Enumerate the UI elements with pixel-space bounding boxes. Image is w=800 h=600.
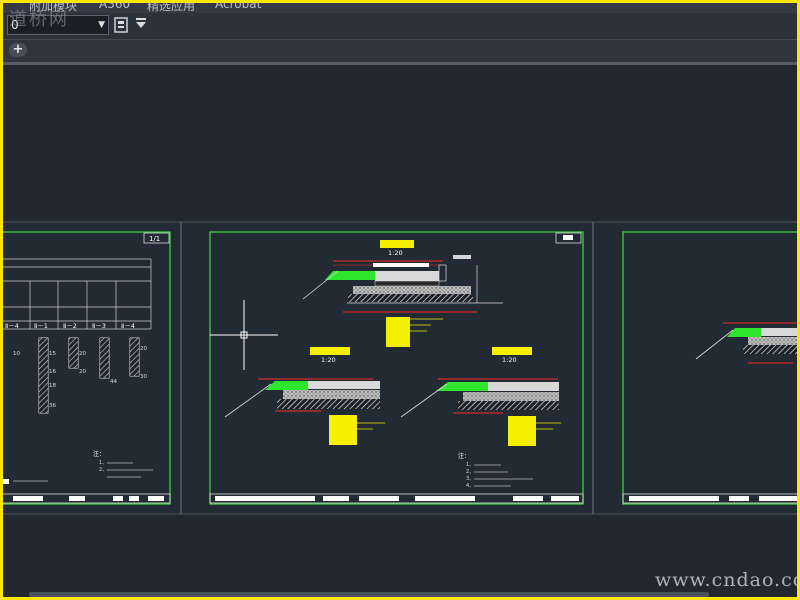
cad-drawing: 1/1 Ⅱ－4 Ⅱ－1 Ⅱ－2 Ⅱ－3 Ⅱ－4 10 15 16 18 36 2… bbox=[3, 221, 797, 515]
filter-icon[interactable] bbox=[133, 17, 149, 33]
svg-text:Ⅱ－3: Ⅱ－3 bbox=[92, 322, 106, 330]
properties-toolbar: 0 ▼ bbox=[3, 13, 797, 40]
svg-text:1、: 1、 bbox=[99, 460, 107, 466]
svg-text:Ⅱ－4: Ⅱ－4 bbox=[121, 322, 135, 330]
svg-text:20: 20 bbox=[79, 369, 86, 375]
sheet-left-number: 1/1 bbox=[149, 235, 160, 243]
menu-acrobat[interactable]: Acrobat bbox=[215, 3, 261, 11]
svg-text:注：: 注： bbox=[458, 452, 470, 460]
svg-text:3、: 3、 bbox=[466, 476, 474, 482]
svg-text:Ⅱ－2: Ⅱ－2 bbox=[63, 322, 77, 330]
svg-text:4、: 4、 bbox=[466, 483, 474, 489]
svg-text:16: 16 bbox=[49, 369, 56, 375]
svg-text:36: 36 bbox=[49, 403, 56, 409]
svg-text:注：: 注： bbox=[93, 450, 105, 458]
svg-text:Ⅱ－1: Ⅱ－1 bbox=[34, 322, 48, 330]
svg-text:18: 18 bbox=[49, 383, 56, 389]
app-window: 附加模块 A360 精选应用 Acrobat 0 ▼ 道桥网 + 1/1 Ⅱ－4… bbox=[3, 3, 797, 597]
svg-text:2、: 2、 bbox=[99, 467, 107, 473]
new-tab-button[interactable]: + bbox=[9, 43, 27, 57]
svg-text:44: 44 bbox=[110, 379, 117, 385]
menu-a360[interactable]: A360 bbox=[99, 3, 130, 11]
svg-text:10: 10 bbox=[13, 351, 20, 357]
watermark-logo-top: 道桥网 bbox=[9, 9, 69, 30]
horizontal-scrollbar[interactable] bbox=[29, 592, 709, 597]
chevron-down-icon: ▼ bbox=[98, 20, 105, 30]
svg-text:1:20: 1:20 bbox=[502, 356, 517, 364]
layer-state-icon[interactable] bbox=[113, 17, 129, 33]
drawing-canvas[interactable]: 1/1 Ⅱ－4 Ⅱ－1 Ⅱ－2 Ⅱ－3 Ⅱ－4 10 15 16 18 36 2… bbox=[3, 65, 797, 597]
svg-text:20: 20 bbox=[140, 346, 147, 352]
svg-text:2、: 2、 bbox=[466, 469, 474, 475]
svg-text:30: 30 bbox=[140, 374, 147, 380]
svg-text:Ⅱ－4: Ⅱ－4 bbox=[5, 322, 19, 330]
svg-text:1:20: 1:20 bbox=[321, 356, 336, 364]
svg-text:20: 20 bbox=[79, 351, 86, 357]
svg-text:1、: 1、 bbox=[466, 462, 474, 468]
drawing-tabbar: + bbox=[3, 40, 797, 65]
watermark-url: www.cndao.com bbox=[655, 569, 797, 591]
svg-text:1:20: 1:20 bbox=[388, 249, 403, 257]
svg-text:15: 15 bbox=[49, 351, 56, 357]
